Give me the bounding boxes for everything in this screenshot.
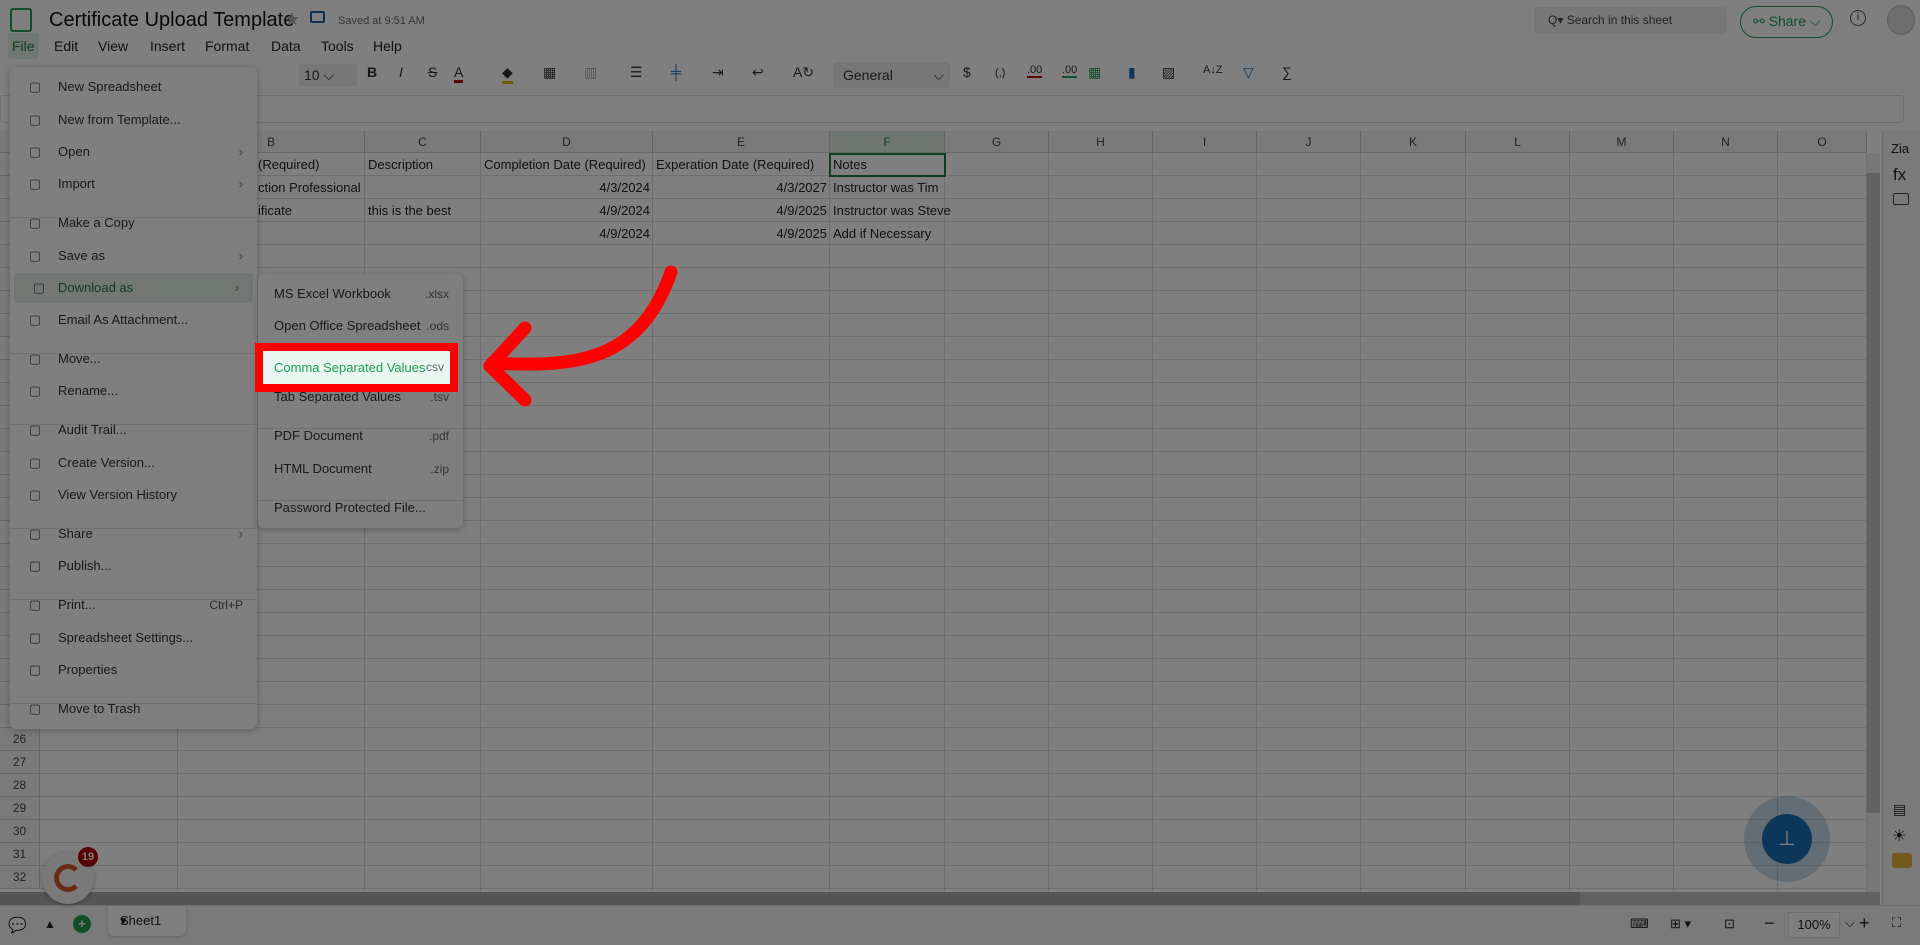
arrow-curve (485, 265, 678, 371)
pointer-arrow (483, 265, 678, 407)
